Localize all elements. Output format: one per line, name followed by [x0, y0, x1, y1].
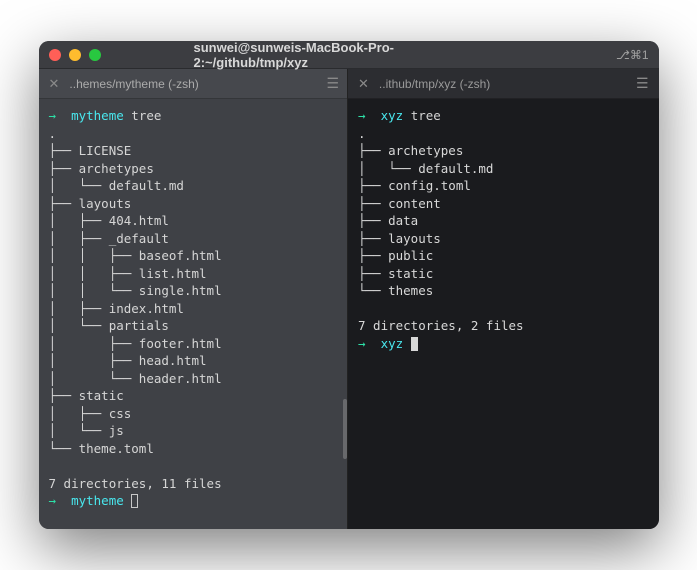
command-text: tree: [411, 108, 441, 123]
prompt-cwd: mytheme: [71, 108, 124, 123]
terminal-window: sunwei@sunweis-MacBook-Pro-2:~/github/tm…: [39, 41, 659, 529]
prompt-arrow-icon: →: [358, 336, 381, 351]
left-tab-bar: ✕ ..hemes/mytheme (-zsh) ☰: [39, 69, 350, 99]
maximize-window-button[interactable]: [89, 49, 101, 61]
left-pane[interactable]: ✕ ..hemes/mytheme (-zsh) ☰ → mytheme tre…: [39, 69, 350, 529]
left-tab-label[interactable]: ..hemes/mytheme (-zsh): [69, 77, 198, 91]
right-tab-bar: ✕ ..ithub/tmp/xyz (-zsh) ☰: [348, 69, 659, 99]
right-terminal-content[interactable]: → xyz tree . ├── archetypes │ └── defaul…: [348, 99, 659, 529]
scrollbar[interactable]: [343, 399, 347, 459]
pane-indicator: ⎇⌘1: [616, 48, 649, 62]
minimize-window-button[interactable]: [69, 49, 81, 61]
split-panes: ✕ ..hemes/mytheme (-zsh) ☰ → mytheme tre…: [39, 69, 659, 529]
tree-output: . ├── LICENSE ├── archetypes │ └── defau…: [49, 126, 222, 456]
traffic-lights: [49, 49, 101, 61]
titlebar: sunwei@sunweis-MacBook-Pro-2:~/github/tm…: [39, 41, 659, 69]
summary-line: 7 directories, 2 files: [358, 318, 524, 333]
close-tab-icon[interactable]: ✕: [49, 76, 60, 92]
close-tab-icon[interactable]: ✕: [358, 76, 369, 92]
command-text: tree: [131, 108, 161, 123]
tab-menu-icon[interactable]: ☰: [636, 75, 649, 92]
summary-line: 7 directories, 11 files: [49, 476, 222, 491]
left-terminal-content[interactable]: → mytheme tree . ├── LICENSE ├── archety…: [39, 99, 350, 529]
prompt-cwd: mytheme: [71, 493, 124, 508]
cursor: [411, 337, 418, 351]
right-pane[interactable]: ✕ ..ithub/tmp/xyz (-zsh) ☰ → xyz tree . …: [347, 69, 659, 529]
cursor: [131, 494, 138, 508]
prompt-cwd: xyz: [381, 336, 404, 351]
prompt-arrow-icon: →: [49, 108, 72, 123]
close-window-button[interactable]: [49, 49, 61, 61]
prompt-cwd: xyz: [381, 108, 404, 123]
tree-output: . ├── archetypes │ └── default.md ├── co…: [358, 126, 493, 299]
prompt-arrow-icon: →: [358, 108, 381, 123]
right-tab-label[interactable]: ..ithub/tmp/xyz (-zsh): [379, 77, 490, 91]
prompt-arrow-icon: →: [49, 493, 72, 508]
tab-menu-icon[interactable]: ☰: [326, 75, 339, 92]
window-title: sunwei@sunweis-MacBook-Pro-2:~/github/tm…: [194, 41, 504, 70]
